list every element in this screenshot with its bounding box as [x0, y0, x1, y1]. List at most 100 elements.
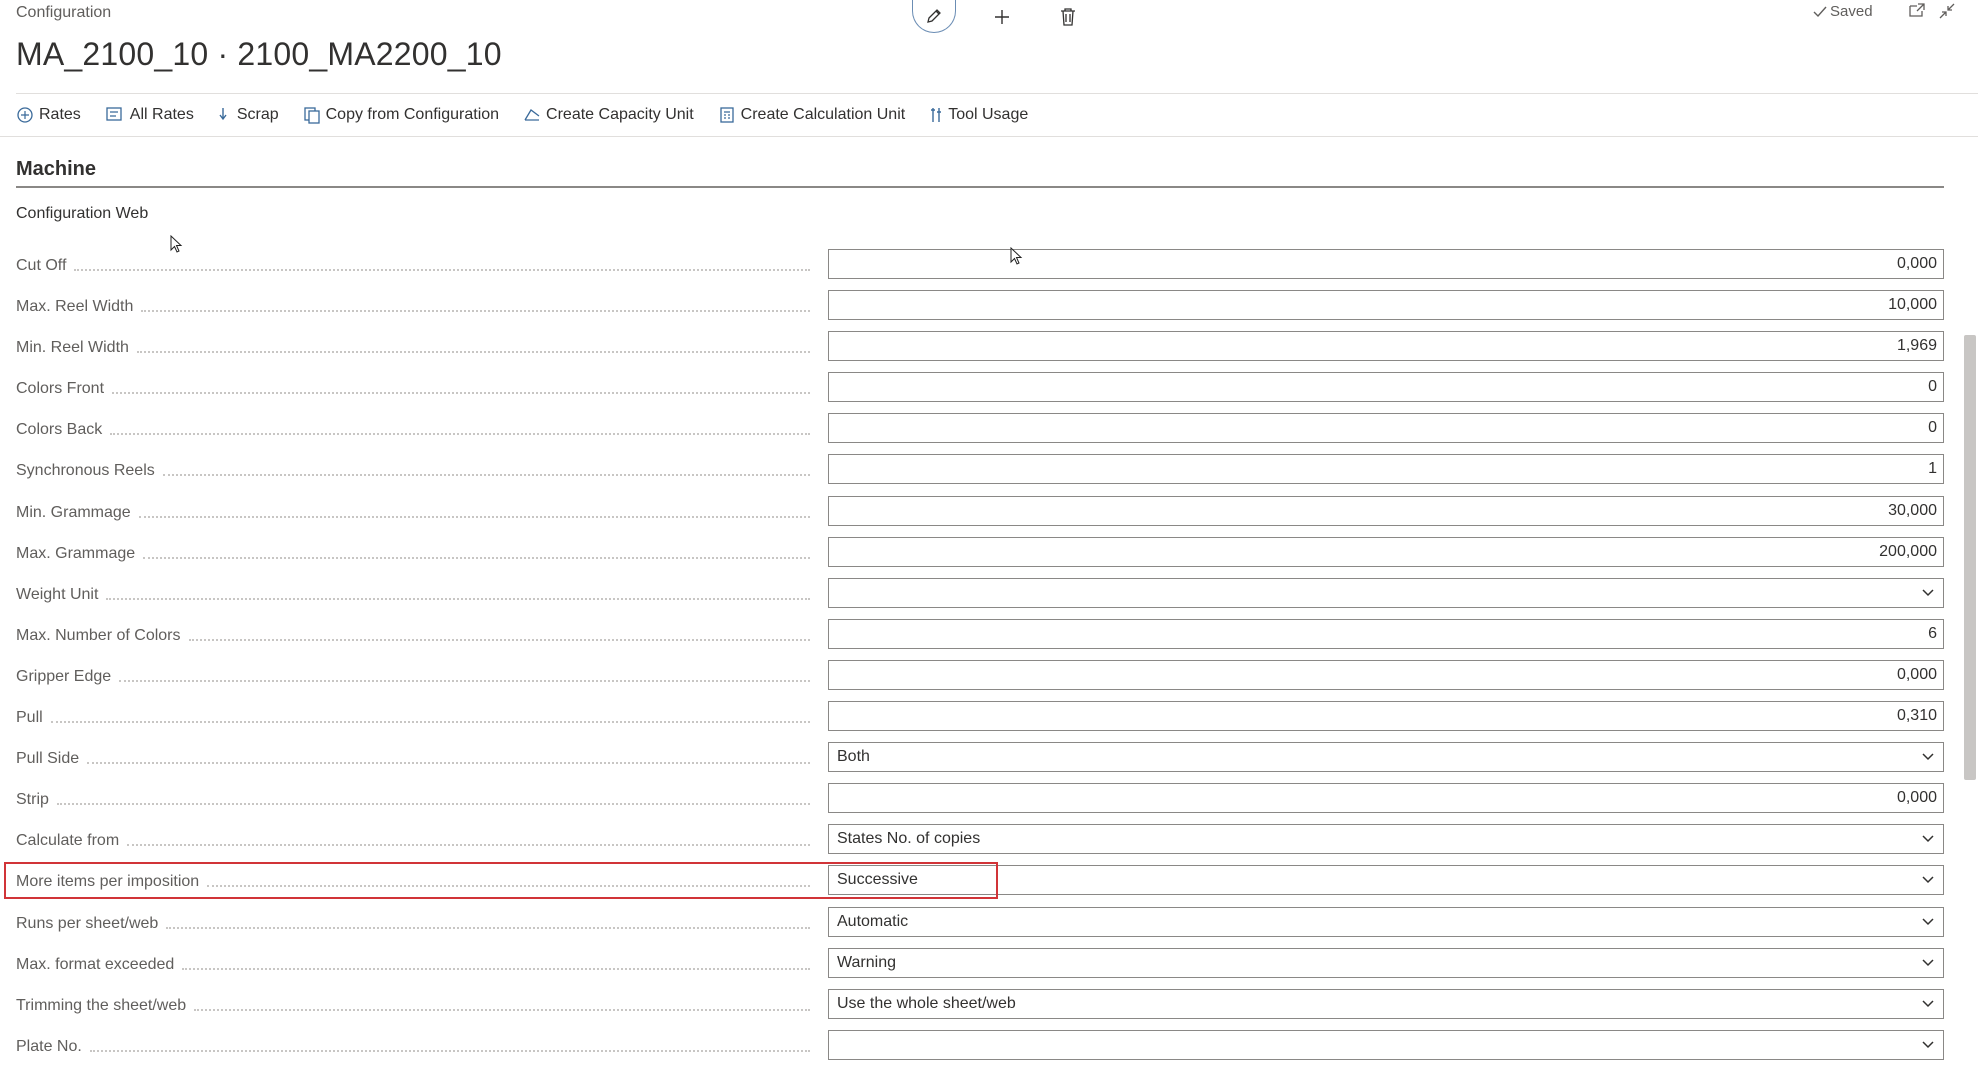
rates-label: Rates [39, 106, 81, 123]
strip-label[interactable]: Strip [16, 788, 820, 812]
calculate-from-select[interactable]: States No. of copies [828, 824, 1944, 855]
plate-no-select[interactable] [828, 1029, 1944, 1060]
copy-from-configuration-action[interactable]: Copy from Configuration [303, 106, 499, 124]
max-grammage-label[interactable]: Max. Grammage [16, 542, 820, 566]
field-label-text: Max. Reel Width [16, 298, 134, 316]
field-label-text: Colors Back [16, 421, 103, 439]
delete-button[interactable] [1054, 3, 1082, 31]
field-label-text: Plate No. [16, 1037, 82, 1055]
pull-side-label[interactable]: Pull Side [16, 747, 820, 771]
create-calculation-unit-action[interactable]: Create Calculation Unit [718, 106, 906, 124]
field-row: Max. format exceeded Warning [16, 945, 1944, 986]
max-grammage-input[interactable]: 200,000 [828, 536, 1944, 567]
trimming-the-sheet-web-select[interactable]: Use the whole sheet/web [828, 988, 1944, 1019]
max-format-exceeded-label[interactable]: Max. format exceeded [16, 953, 820, 977]
cut-off-label[interactable]: Cut Off [16, 254, 820, 278]
leader-dots [74, 269, 810, 271]
field-row: Calculate from States No. of copies [16, 821, 1944, 862]
create-calculation-unit-label: Create Calculation Unit [740, 106, 906, 123]
section-title[interactable]: Machine [16, 158, 96, 181]
pull-label[interactable]: Pull [16, 706, 820, 730]
runs-per-sheet-web-select[interactable]: Automatic [828, 906, 1944, 937]
calculate-from-label[interactable]: Calculate from [16, 829, 820, 853]
all-rates-action[interactable]: All Rates [105, 106, 194, 124]
field-label-text: Trimming the sheet/web [16, 996, 187, 1014]
pull-input[interactable]: 0,310 [828, 701, 1944, 732]
field-row: Pull Side Both [16, 739, 1944, 780]
cut-off-input[interactable]: 0,000 [828, 249, 1944, 279]
more-items-per-imposition-select[interactable]: Successive [828, 865, 1944, 896]
field-label-text: Calculate from [16, 832, 120, 850]
all-rates-label: All Rates [129, 106, 194, 123]
leader-dots [166, 926, 810, 929]
field-row: Colors Back 0 [16, 410, 1944, 451]
saved-label: Saved [1830, 3, 1873, 20]
synchronous-reels-input[interactable]: 1 [828, 454, 1944, 485]
field-row: Max. Reel Width 10,000 [16, 287, 1944, 328]
field-value: 0 [1928, 419, 1937, 437]
scrap-action[interactable]: Scrap [218, 106, 279, 124]
synchronous-reels-label[interactable]: Synchronous Reels [16, 459, 820, 483]
window-controls [1908, 2, 1956, 20]
max-format-exceeded-select[interactable]: Warning [828, 947, 1944, 978]
strip-input[interactable]: 0,000 [828, 783, 1944, 814]
leader-dots [119, 679, 810, 682]
field-row: Colors Front 0 [16, 369, 1944, 410]
leader-dots [141, 310, 810, 313]
max-reel-width-input[interactable]: 10,000 [828, 290, 1944, 321]
min-grammage-input[interactable]: 30,000 [828, 495, 1944, 526]
min-reel-width-label[interactable]: Min. Reel Width [16, 336, 820, 360]
section-divider [16, 186, 1944, 188]
rates-action[interactable]: Rates [16, 106, 81, 124]
tool-usage-action[interactable]: Tool Usage [929, 106, 1028, 124]
chevron-down-icon [1922, 835, 1934, 843]
collapse-icon[interactable] [1938, 2, 1956, 20]
new-button[interactable] [988, 3, 1016, 31]
copy-from-configuration-label: Copy from Configuration [325, 106, 500, 123]
min-grammage-label[interactable]: Min. Grammage [16, 501, 820, 525]
field-label-text: Colors Front [16, 380, 105, 398]
trash-icon [1061, 7, 1075, 26]
max-reel-width-label[interactable]: Max. Reel Width [16, 295, 820, 319]
chevron-down-icon [1922, 589, 1934, 596]
leader-dots [136, 351, 810, 354]
colors-back-label[interactable]: Colors Back [16, 418, 820, 442]
field-row: Min. Reel Width 1,969 [16, 328, 1944, 369]
weight-unit-select[interactable] [828, 577, 1944, 608]
trimming-the-sheet-web-label[interactable]: Trimming the sheet/web [16, 994, 820, 1018]
field-value: Automatic [837, 912, 909, 930]
create-capacity-unit-action[interactable]: Create Capacity Unit [523, 106, 694, 124]
field-value: Use the whole sheet/web [837, 994, 1016, 1012]
field-value: 10,000 [1888, 296, 1937, 314]
max-number-of-colors-label[interactable]: Max. Number of Colors [16, 624, 820, 648]
field-label-text: Min. Grammage [16, 503, 131, 521]
breadcrumb[interactable]: Configuration [16, 4, 111, 22]
leader-dots [188, 638, 810, 641]
weight-unit-label[interactable]: Weight Unit [16, 583, 820, 607]
field-label-text: More items per imposition [16, 873, 200, 891]
min-reel-width-input[interactable]: 1,969 [828, 331, 1944, 362]
gripper-edge-input[interactable]: 0,000 [828, 659, 1944, 690]
scrollbar-thumb[interactable] [1964, 335, 1976, 780]
leader-dots [89, 1049, 810, 1052]
edit-button[interactable] [912, 0, 956, 33]
colors-front-input[interactable]: 0 [828, 372, 1944, 403]
colors-back-input[interactable]: 0 [828, 413, 1944, 444]
field-value: 1,969 [1896, 337, 1937, 355]
more-items-per-imposition-label[interactable]: More items per imposition [16, 870, 820, 894]
field-label-text: Gripper Edge [16, 667, 112, 685]
gripper-edge-label[interactable]: Gripper Edge [16, 665, 820, 689]
field-row: More items per imposition Successive [4, 862, 1944, 903]
leader-dots [110, 433, 810, 436]
header-divider [16, 93, 1978, 94]
open-new-window-icon[interactable] [1908, 2, 1926, 18]
max-number-of-colors-input[interactable]: 6 [828, 618, 1944, 649]
pull-side-select[interactable]: Both [828, 742, 1944, 773]
field-value: States No. of copies [837, 830, 981, 848]
pencil-icon [927, 9, 941, 23]
field-value: 0 [1928, 378, 1937, 396]
field-row: Synchronous Reels 1 [16, 451, 1944, 492]
plate-no-label[interactable]: Plate No. [16, 1035, 820, 1059]
colors-front-label[interactable]: Colors Front [16, 377, 820, 401]
runs-per-sheet-web-label[interactable]: Runs per sheet/web [16, 912, 820, 936]
